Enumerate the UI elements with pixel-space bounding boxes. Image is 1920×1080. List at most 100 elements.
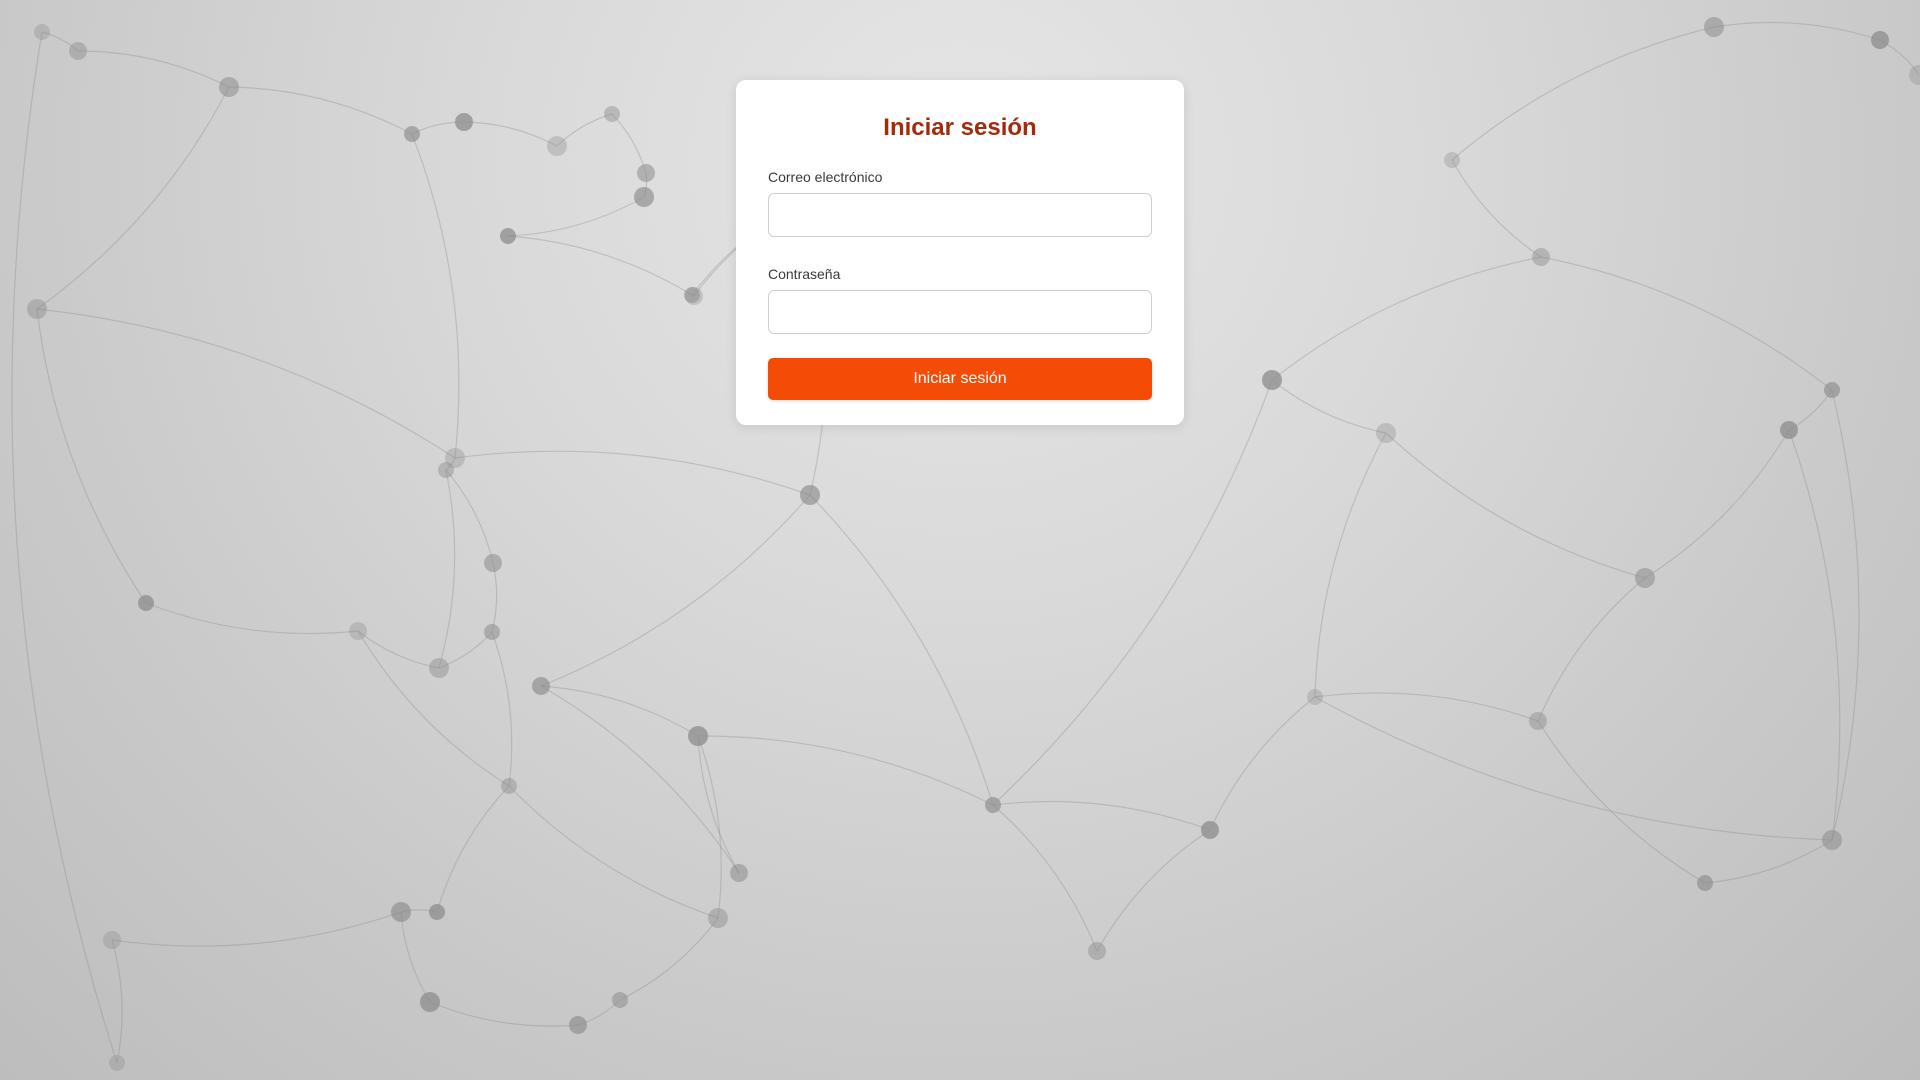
network-line [697,735,994,806]
network-line [111,939,123,1064]
network-node [1532,248,1550,266]
network-line [77,50,230,88]
network-node [985,797,1001,813]
network-line [992,379,1273,806]
network-line [228,86,413,135]
network-line [1713,21,1881,41]
network-node [1704,17,1724,37]
network-node [637,164,655,182]
network-node [219,77,239,97]
password-label: Contraseña [768,266,841,282]
network-node [391,902,411,922]
network-line [411,133,460,459]
network-node [569,1016,587,1034]
network-line [1704,839,1833,884]
network-node [1201,821,1219,839]
network-line [491,562,498,633]
network-node [688,726,708,746]
network-node [1444,152,1460,168]
network-line [1271,379,1387,434]
network-line [111,911,402,947]
network-line [36,308,456,459]
network-line [1831,389,1860,841]
network-line [992,804,1098,952]
network-node [1635,568,1655,588]
network-line [619,917,719,1001]
network-node [612,992,628,1008]
network-line [540,494,811,687]
network-node [438,462,454,478]
network-line [454,450,811,496]
network-node [604,106,620,122]
network-node [708,908,728,928]
network-node [1824,382,1840,398]
network-line [429,1001,579,1027]
network-line [1209,696,1316,831]
network-line [1537,720,1706,884]
network-line [809,494,994,806]
network-node [1697,875,1713,891]
network-line [1096,829,1211,952]
network-line [1788,429,1841,841]
network-line [1314,432,1387,698]
network-node [420,992,440,1012]
network-line [540,685,699,737]
network-line [145,602,359,635]
network-line [1451,159,1542,258]
network-line [697,735,740,874]
network-node [349,622,367,640]
network-node [1780,421,1798,439]
network-line [1451,26,1715,161]
network-node [484,554,502,572]
network-line [1271,256,1542,381]
network-node [800,485,820,505]
network-node [1376,423,1396,443]
network-line [1644,429,1790,579]
network-node [532,677,550,695]
network-node [34,24,50,40]
network-node [501,778,517,794]
network-node [547,136,567,156]
network-node [1871,31,1889,49]
network-node [429,904,445,920]
network-node [1822,830,1842,850]
network-node [1088,942,1106,960]
password-field[interactable] [768,290,1152,334]
network-node [500,228,516,244]
network-node [69,42,87,60]
network-node [484,624,500,640]
network-node [1529,712,1547,730]
network-line [36,308,147,604]
network-line [491,631,513,787]
network-line [438,469,456,669]
network-node [103,931,121,949]
email-field[interactable] [768,193,1152,237]
network-line [36,86,230,310]
network-node [1262,370,1282,390]
network-node [27,299,47,319]
network-line [540,685,740,874]
network-line [1540,256,1833,391]
network-node [404,126,420,142]
network-line [1537,577,1646,722]
login-submit-button[interactable]: Iniciar sesión [768,358,1152,400]
email-label: Correo electrónico [768,169,883,185]
network-node [429,658,449,678]
network-node [138,595,154,611]
network-node [1909,65,1920,85]
network-line [611,113,647,174]
network-node [1307,689,1323,705]
network-node [730,864,748,882]
network-line [400,911,431,1003]
network-line [508,785,719,919]
network-line [1385,432,1646,579]
network-line [436,785,510,913]
login-card: Iniciar sesión Correo electrónico Contra… [736,80,1184,425]
network-line [1314,696,1833,841]
network-node [684,287,700,303]
network-line [11,31,118,1064]
network-node [109,1055,125,1071]
network-line [1314,692,1539,722]
network-line [507,235,693,296]
network-line [507,196,645,237]
